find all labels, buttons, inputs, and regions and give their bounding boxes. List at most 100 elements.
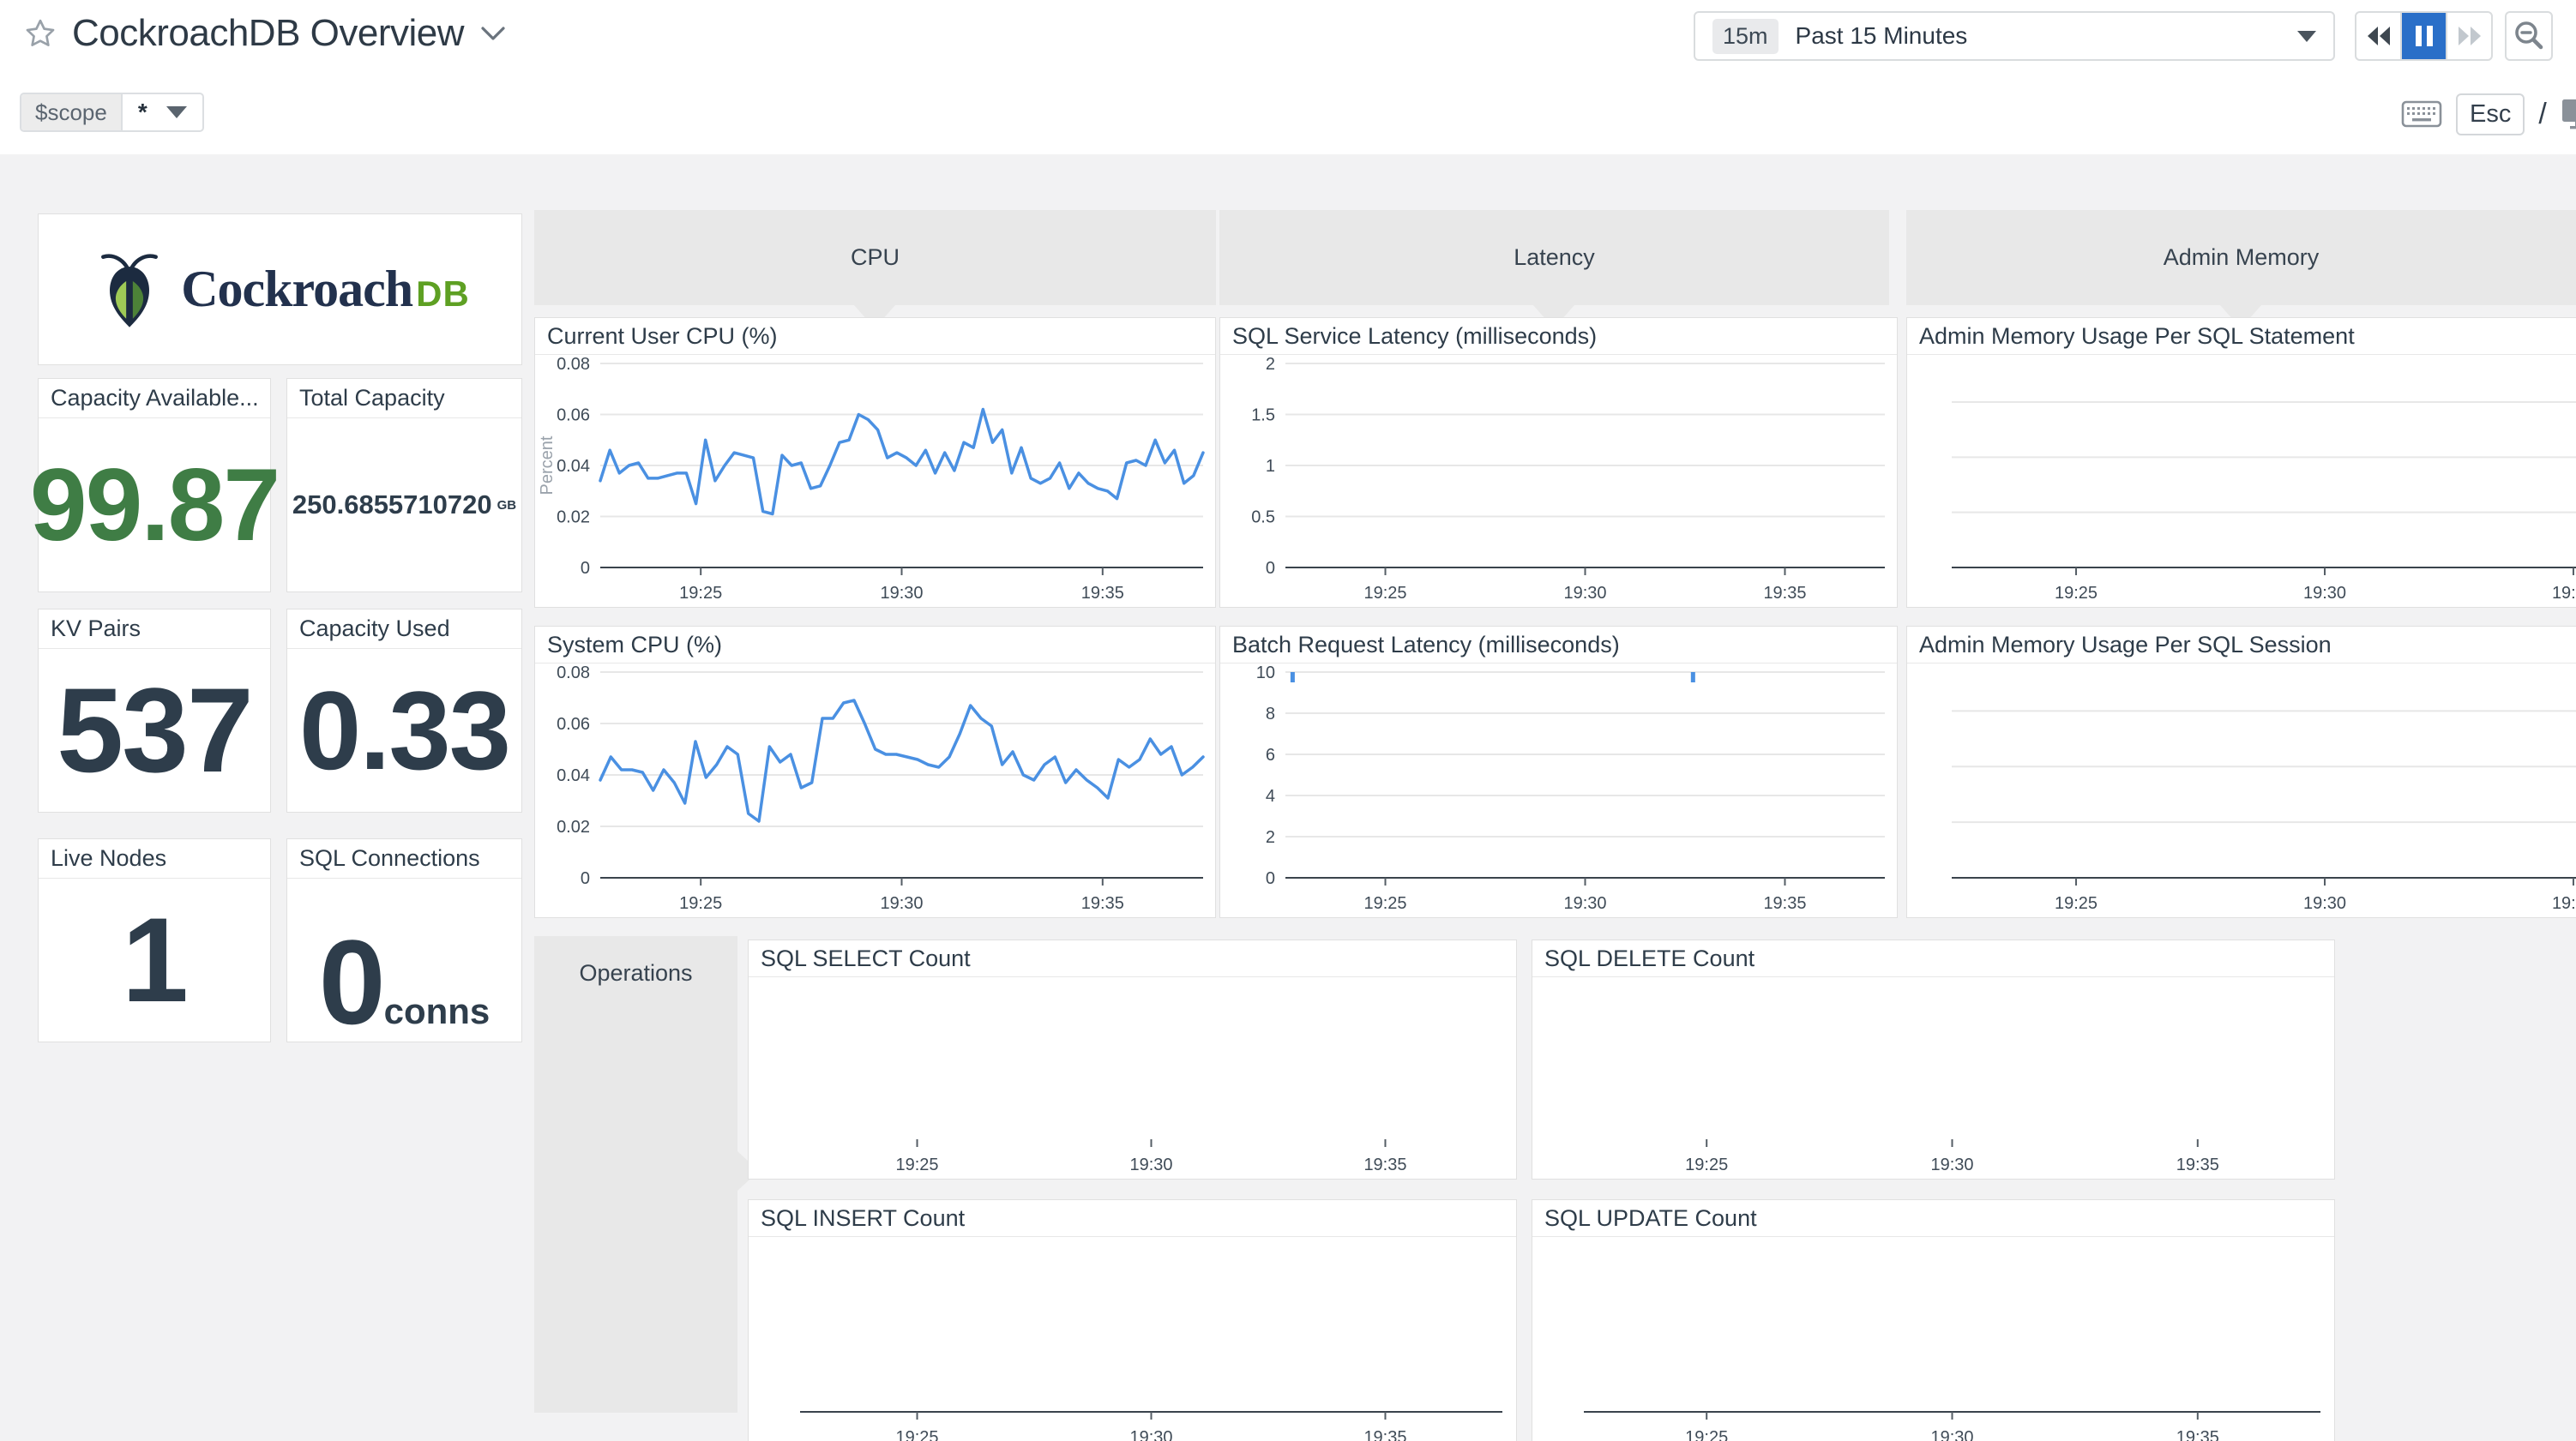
chart-panel-batch-request-latency: Batch Request Latency (milliseconds) 024… [1219, 626, 1898, 918]
svg-text:0: 0 [581, 559, 590, 578]
tv-mode-icon[interactable] [2561, 98, 2576, 130]
keyboard-icon [2401, 99, 2442, 129]
chart-panel-sql-select-count: SQL SELECT Count 19:2519:3019:35 [748, 940, 1517, 1180]
stat-unit: conns [384, 991, 491, 1032]
chart-plot-sql-delete-count[interactable]: 19:2519:3019:35 [1532, 977, 2334, 1179]
svg-text:0.5: 0.5 [1251, 508, 1275, 527]
svg-text:0.08: 0.08 [557, 355, 590, 374]
time-range-badge: 15m [1712, 19, 1779, 54]
chart-title: SQL SELECT Count [749, 940, 1516, 977]
stat-value: 99.87 [30, 446, 279, 564]
svg-text:8: 8 [1266, 705, 1275, 724]
svg-text:19:25: 19:25 [1363, 894, 1406, 913]
stat-title: SQL Connections [287, 839, 521, 879]
svg-text:19:25: 19:25 [1685, 1156, 1728, 1174]
page-title: CockroachDB Overview [72, 12, 464, 55]
svg-text:Percent: Percent [538, 435, 557, 495]
slash-key-hint: / [2538, 98, 2546, 131]
svg-text:0: 0 [1266, 559, 1275, 578]
chart-title: Current User CPU (%) [535, 318, 1215, 355]
chart-panel-sql-update-count: SQL UPDATE Count 19:2519:3019:35 [1532, 1199, 2335, 1441]
fast-forward-button[interactable] [2447, 13, 2491, 59]
zoom-out-button[interactable] [2505, 11, 2553, 61]
chart-plot-batch-request-latency[interactable]: 024681019:2519:3019:35 [1220, 663, 1897, 917]
chart-plot-sql-select-count[interactable]: 19:2519:3019:35 [749, 977, 1516, 1179]
svg-text:19:35: 19:35 [1763, 584, 1806, 603]
chart-plot-sql-service-latency[interactable]: 00.511.5219:2519:3019:35 [1220, 355, 1897, 607]
svg-text:0.06: 0.06 [557, 406, 590, 425]
group-header-latency[interactable]: Latency [1219, 210, 1889, 305]
svg-text:0.08: 0.08 [557, 663, 590, 682]
group-label-operations: Operations [534, 960, 737, 987]
svg-text:1: 1 [1266, 457, 1275, 476]
chart-plot-admin-memory-session[interactable]: 19:25 19:30 19:35 [1907, 663, 2576, 917]
svg-text:19:35: 19:35 [1363, 1428, 1406, 1441]
stat-total-capacity: Total Capacity 250.6855710720GB [286, 378, 522, 592]
stat-value: 0 [319, 913, 384, 1052]
chart-plot-admin-memory-statement[interactable]: 19:2519:3019:35 [1907, 355, 2576, 607]
favorite-star-icon[interactable] [24, 17, 57, 50]
stat-title: KV Pairs [39, 609, 270, 649]
chart-plot-sql-insert-count[interactable]: 19:2519:3019:35 [749, 1237, 1516, 1441]
group-header-admin-memory[interactable]: Admin Memory [1906, 210, 2576, 305]
chart-plot-system-cpu[interactable]: 00.020.040.060.0819:2519:3019:35 [535, 663, 1215, 917]
svg-text:19:35: 19:35 [2552, 894, 2576, 913]
stat-capacity-available: Capacity Available... 99.87 [38, 378, 271, 592]
svg-text:19:30: 19:30 [1930, 1428, 1973, 1441]
svg-text:19:35: 19:35 [1763, 894, 1806, 913]
svg-text:19:25: 19:25 [2055, 894, 2098, 913]
stat-kv-pairs: KV Pairs 537 [38, 609, 271, 813]
stat-value: 0.33 [299, 666, 509, 795]
svg-text:19:25: 19:25 [1685, 1428, 1728, 1441]
svg-text:19:25: 19:25 [679, 584, 722, 603]
esc-key-hint: Esc [2456, 93, 2525, 135]
stat-sql-connections: SQL Connections 0conns [286, 838, 522, 1042]
logo-wordmark-suffix: DB [416, 273, 470, 314]
stat-live-nodes: Live Nodes 1 [38, 838, 271, 1042]
chart-panel-sql-service-latency: SQL Service Latency (milliseconds) 00.51… [1219, 317, 1898, 608]
svg-text:19:35: 19:35 [1081, 894, 1124, 913]
svg-text:0.02: 0.02 [557, 508, 590, 527]
svg-text:19:30: 19:30 [1563, 894, 1606, 913]
time-range-select[interactable]: 15m Past 15 Minutes [1694, 11, 2335, 61]
svg-text:2: 2 [1266, 828, 1275, 847]
svg-text:19:25: 19:25 [895, 1428, 938, 1441]
chart-panel-sql-insert-count: SQL INSERT Count 19:2519:3019:35 [748, 1199, 1517, 1441]
svg-text:19:25: 19:25 [1363, 584, 1406, 603]
chart-plot-current-user-cpu[interactable]: 00.020.040.060.08Percent19:2519:3019:35 [535, 355, 1215, 607]
svg-text:4: 4 [1266, 787, 1275, 806]
playback-controls [2355, 11, 2493, 61]
rewind-button[interactable] [2356, 13, 2402, 59]
svg-text:19:30: 19:30 [1930, 1156, 1973, 1174]
logo-wordmark: Cockroach [181, 261, 412, 317]
svg-text:19:30: 19:30 [1563, 584, 1606, 603]
svg-text:0: 0 [1266, 869, 1275, 888]
svg-text:1.5: 1.5 [1251, 406, 1275, 425]
chart-panel-system-cpu: System CPU (%) 00.020.040.060.0819:2519:… [534, 626, 1216, 918]
svg-text:19:30: 19:30 [2303, 894, 2346, 913]
group-header-operations[interactable]: Operations [534, 936, 737, 1413]
svg-text:19:25: 19:25 [2055, 584, 2098, 603]
chart-panel-admin-memory-session: Admin Memory Usage Per SQL Session 19:25… [1906, 626, 2576, 918]
template-variable-scope[interactable]: $scope * [20, 93, 204, 132]
group-header-cpu[interactable]: CPU [534, 210, 1216, 305]
group-label-cpu: CPU [851, 244, 900, 271]
scope-variable-value-select[interactable]: * [123, 94, 202, 130]
svg-text:19:35: 19:35 [2176, 1428, 2219, 1441]
svg-text:0.06: 0.06 [557, 715, 590, 734]
stat-title: Capacity Available... [39, 379, 270, 418]
svg-text:19:35: 19:35 [2552, 584, 2576, 603]
cockroachdb-logo-panel: CockroachDB [38, 213, 522, 365]
chart-title: SQL DELETE Count [1532, 940, 2334, 977]
svg-text:19:30: 19:30 [880, 584, 923, 603]
svg-text:19:25: 19:25 [679, 894, 722, 913]
svg-text:10: 10 [1256, 663, 1275, 682]
svg-text:0.04: 0.04 [557, 457, 590, 476]
svg-text:19:35: 19:35 [1363, 1156, 1406, 1174]
title-chevron-down-icon[interactable] [479, 25, 507, 42]
chart-plot-sql-update-count[interactable]: 19:25 19:30 19:35 [1532, 1237, 2334, 1441]
cockroachdb-bug-icon [90, 243, 169, 337]
scope-variable-name: $scope [21, 94, 123, 130]
pause-button[interactable] [2402, 13, 2447, 59]
chart-panel-sql-delete-count: SQL DELETE Count 19:2519:3019:35 [1532, 940, 2335, 1180]
